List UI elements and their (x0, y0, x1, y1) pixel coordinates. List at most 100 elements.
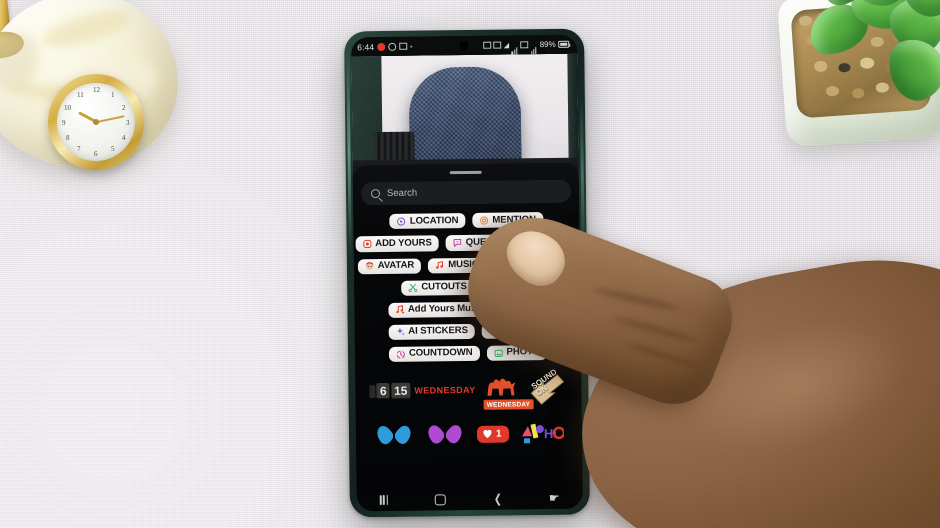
sticker-gallery-row: 6 15 WEDNESDAY WEDNESDAY SOUND ON (363, 367, 574, 414)
smartphone: 6:44 ◢ 89% Search LOCATION MENTION ADD Y… (344, 28, 590, 518)
poll-bars-icon (488, 283, 497, 290)
photo-image-icon (494, 349, 503, 357)
flip-clock-digit: 15 (390, 382, 411, 399)
sticker-chip-music[interactable]: MUSIC (428, 257, 486, 274)
status-bar-right: ◢ 89% (482, 35, 570, 54)
flip-clock-sticker[interactable]: 6 15 (369, 382, 411, 400)
sticker-chip-templates[interactable]: TEMPLATES (492, 256, 577, 273)
chip-label: TEMPLATES (512, 257, 570, 270)
sticker-chip-link[interactable]: LINK (497, 300, 548, 317)
search-input[interactable]: Search (360, 180, 572, 206)
chip-label: Add Yours Music (407, 303, 485, 315)
accessibility-button[interactable]: ☛ (549, 491, 560, 505)
phone-edge-highlight-right (579, 98, 585, 249)
phone-screen: 6:44 ◢ 89% Search LOCATION MENTION ADD Y… (351, 34, 583, 512)
chip-label: ADD YOURS (375, 237, 432, 250)
sticker-chip-hashtag[interactable]: #HASHTAG (481, 322, 548, 339)
clock-center-pin (93, 119, 99, 125)
sheet-drag-handle[interactable] (449, 170, 482, 175)
chip-label: AVATAR (377, 259, 415, 272)
status-clock: 6:44 (357, 41, 375, 52)
location-pin-icon (397, 217, 406, 226)
sticker-chip-location[interactable]: LOCATION (389, 213, 466, 230)
sticker-chip-row: AVATAR MUSIC TEMPLATES (357, 256, 577, 275)
add-yours-music-icon (395, 305, 404, 315)
sticker-chip-row: COUNTDOWN PHOTO (363, 344, 573, 363)
clock-dial: 12 1 2 3 4 5 6 7 8 9 10 11 (57, 83, 135, 161)
chip-label: CUTOUTS (421, 281, 467, 293)
succulent-in-white-pot (760, 0, 940, 174)
signal-bars-icon (511, 36, 519, 54)
music-note-icon (436, 261, 444, 269)
scissors-icon (408, 283, 418, 293)
sticker-chip-add-yours-music[interactable]: Add Yours Music (387, 301, 492, 318)
clock-numeral: 11 (77, 91, 84, 99)
sticker-chip-mention[interactable]: MENTION (472, 212, 544, 229)
wifi-icon: ◢ (503, 41, 510, 50)
back-button[interactable]: ❮ (493, 492, 501, 506)
signal-bars-2-icon (530, 36, 538, 54)
templates-icon (500, 260, 509, 269)
sticker-chip-row: CUTOUTS POLL (362, 278, 572, 296)
camel-wednesday-sticker[interactable]: WEDNESDAY (479, 369, 534, 410)
sticker-tray-sheet: Search LOCATION MENTION ADD YOURS ? QUES… (352, 162, 583, 512)
camel-sticker-label: WEDNESDAY (483, 399, 534, 410)
status-bar-left: 6:44 (357, 41, 413, 52)
sticker-chip-poll[interactable]: POLL (480, 278, 534, 295)
sticker-chip-avatar[interactable]: AVATAR (357, 258, 422, 275)
at-mention-icon (480, 216, 489, 225)
chip-label: #HASHTAG (488, 324, 541, 337)
clock-numeral: 4 (122, 134, 126, 142)
mute-icon (493, 41, 502, 49)
battery-percent-label: 89% (539, 39, 556, 50)
clock-numeral: 7 (77, 145, 81, 153)
colorful-confetti-sticker[interactable]: Hi (520, 420, 565, 447)
clock-bezel: 12 1 2 3 4 5 6 7 8 9 10 11 (48, 74, 144, 170)
countdown-clock-icon (396, 350, 405, 359)
message-icon (399, 42, 408, 50)
clock-numeral: 9 (62, 119, 66, 127)
flip-clock-digit: 6 (376, 383, 390, 400)
clock-numeral: 10 (64, 104, 71, 112)
sticker-chip-row: AI STICKERS #HASHTAG (363, 322, 573, 341)
purple-butterfly-sticker[interactable] (425, 419, 465, 449)
blue-butterfly-sticker[interactable] (374, 420, 414, 450)
chip-label: LINK (517, 302, 540, 314)
wednesday-text-sticker[interactable]: WEDNESDAY (414, 385, 475, 396)
sticker-chip-row: ADD YOURS ? QUESTIONS GIF (355, 234, 579, 252)
sim-signal-icon (520, 41, 529, 49)
recents-button[interactable] (379, 494, 389, 506)
home-button[interactable] (435, 493, 447, 505)
search-icon (370, 189, 381, 199)
gif-search-icon (543, 237, 551, 246)
chip-label: GIF (555, 235, 572, 247)
chip-label: AI STICKERS (408, 325, 468, 338)
sticker-chip-photo[interactable]: PHOTO (486, 344, 548, 361)
sound-on-arrow-sticker[interactable]: SOUND ON (527, 367, 567, 407)
camel-icon (487, 378, 516, 396)
heart-icon (483, 429, 492, 439)
chip-label: MENTION (492, 214, 536, 226)
sticker-chip-questions[interactable]: ? QUESTIONS (445, 234, 529, 251)
question-mark-icon: ? (453, 239, 462, 248)
sticker-chip-gif[interactable]: GIF (535, 234, 579, 250)
clock-numeral: 5 (111, 145, 115, 153)
sticker-chip-add-yours[interactable]: ADD YOURS (355, 235, 439, 252)
sticker-gallery-row: 1 Hi (364, 411, 575, 458)
sticker-chip-cutouts[interactable]: CUTOUTS (401, 279, 474, 296)
clock-minute-hand (96, 115, 125, 123)
like-count-label: 1 (495, 428, 502, 440)
screen-record-icon (482, 41, 491, 49)
sticker-chip-ai-stickers[interactable]: AI STICKERS (388, 323, 476, 340)
front-camera-icon (459, 40, 469, 51)
flip-clock-blank (369, 384, 376, 398)
avatar-face-icon (365, 262, 374, 270)
dot-icon (410, 45, 413, 48)
alarm-icon (388, 42, 397, 51)
sticker-chip-countdown[interactable]: COUNTDOWN (388, 345, 480, 363)
ai-sparkle-icon (396, 328, 405, 336)
search-placeholder: Search (386, 187, 418, 200)
clock-numeral: 6 (94, 150, 98, 158)
marble-apple-desk-clock: 12 1 2 3 4 5 6 7 8 9 10 11 (0, 0, 192, 170)
like-count-sticker[interactable]: 1 (476, 425, 509, 443)
